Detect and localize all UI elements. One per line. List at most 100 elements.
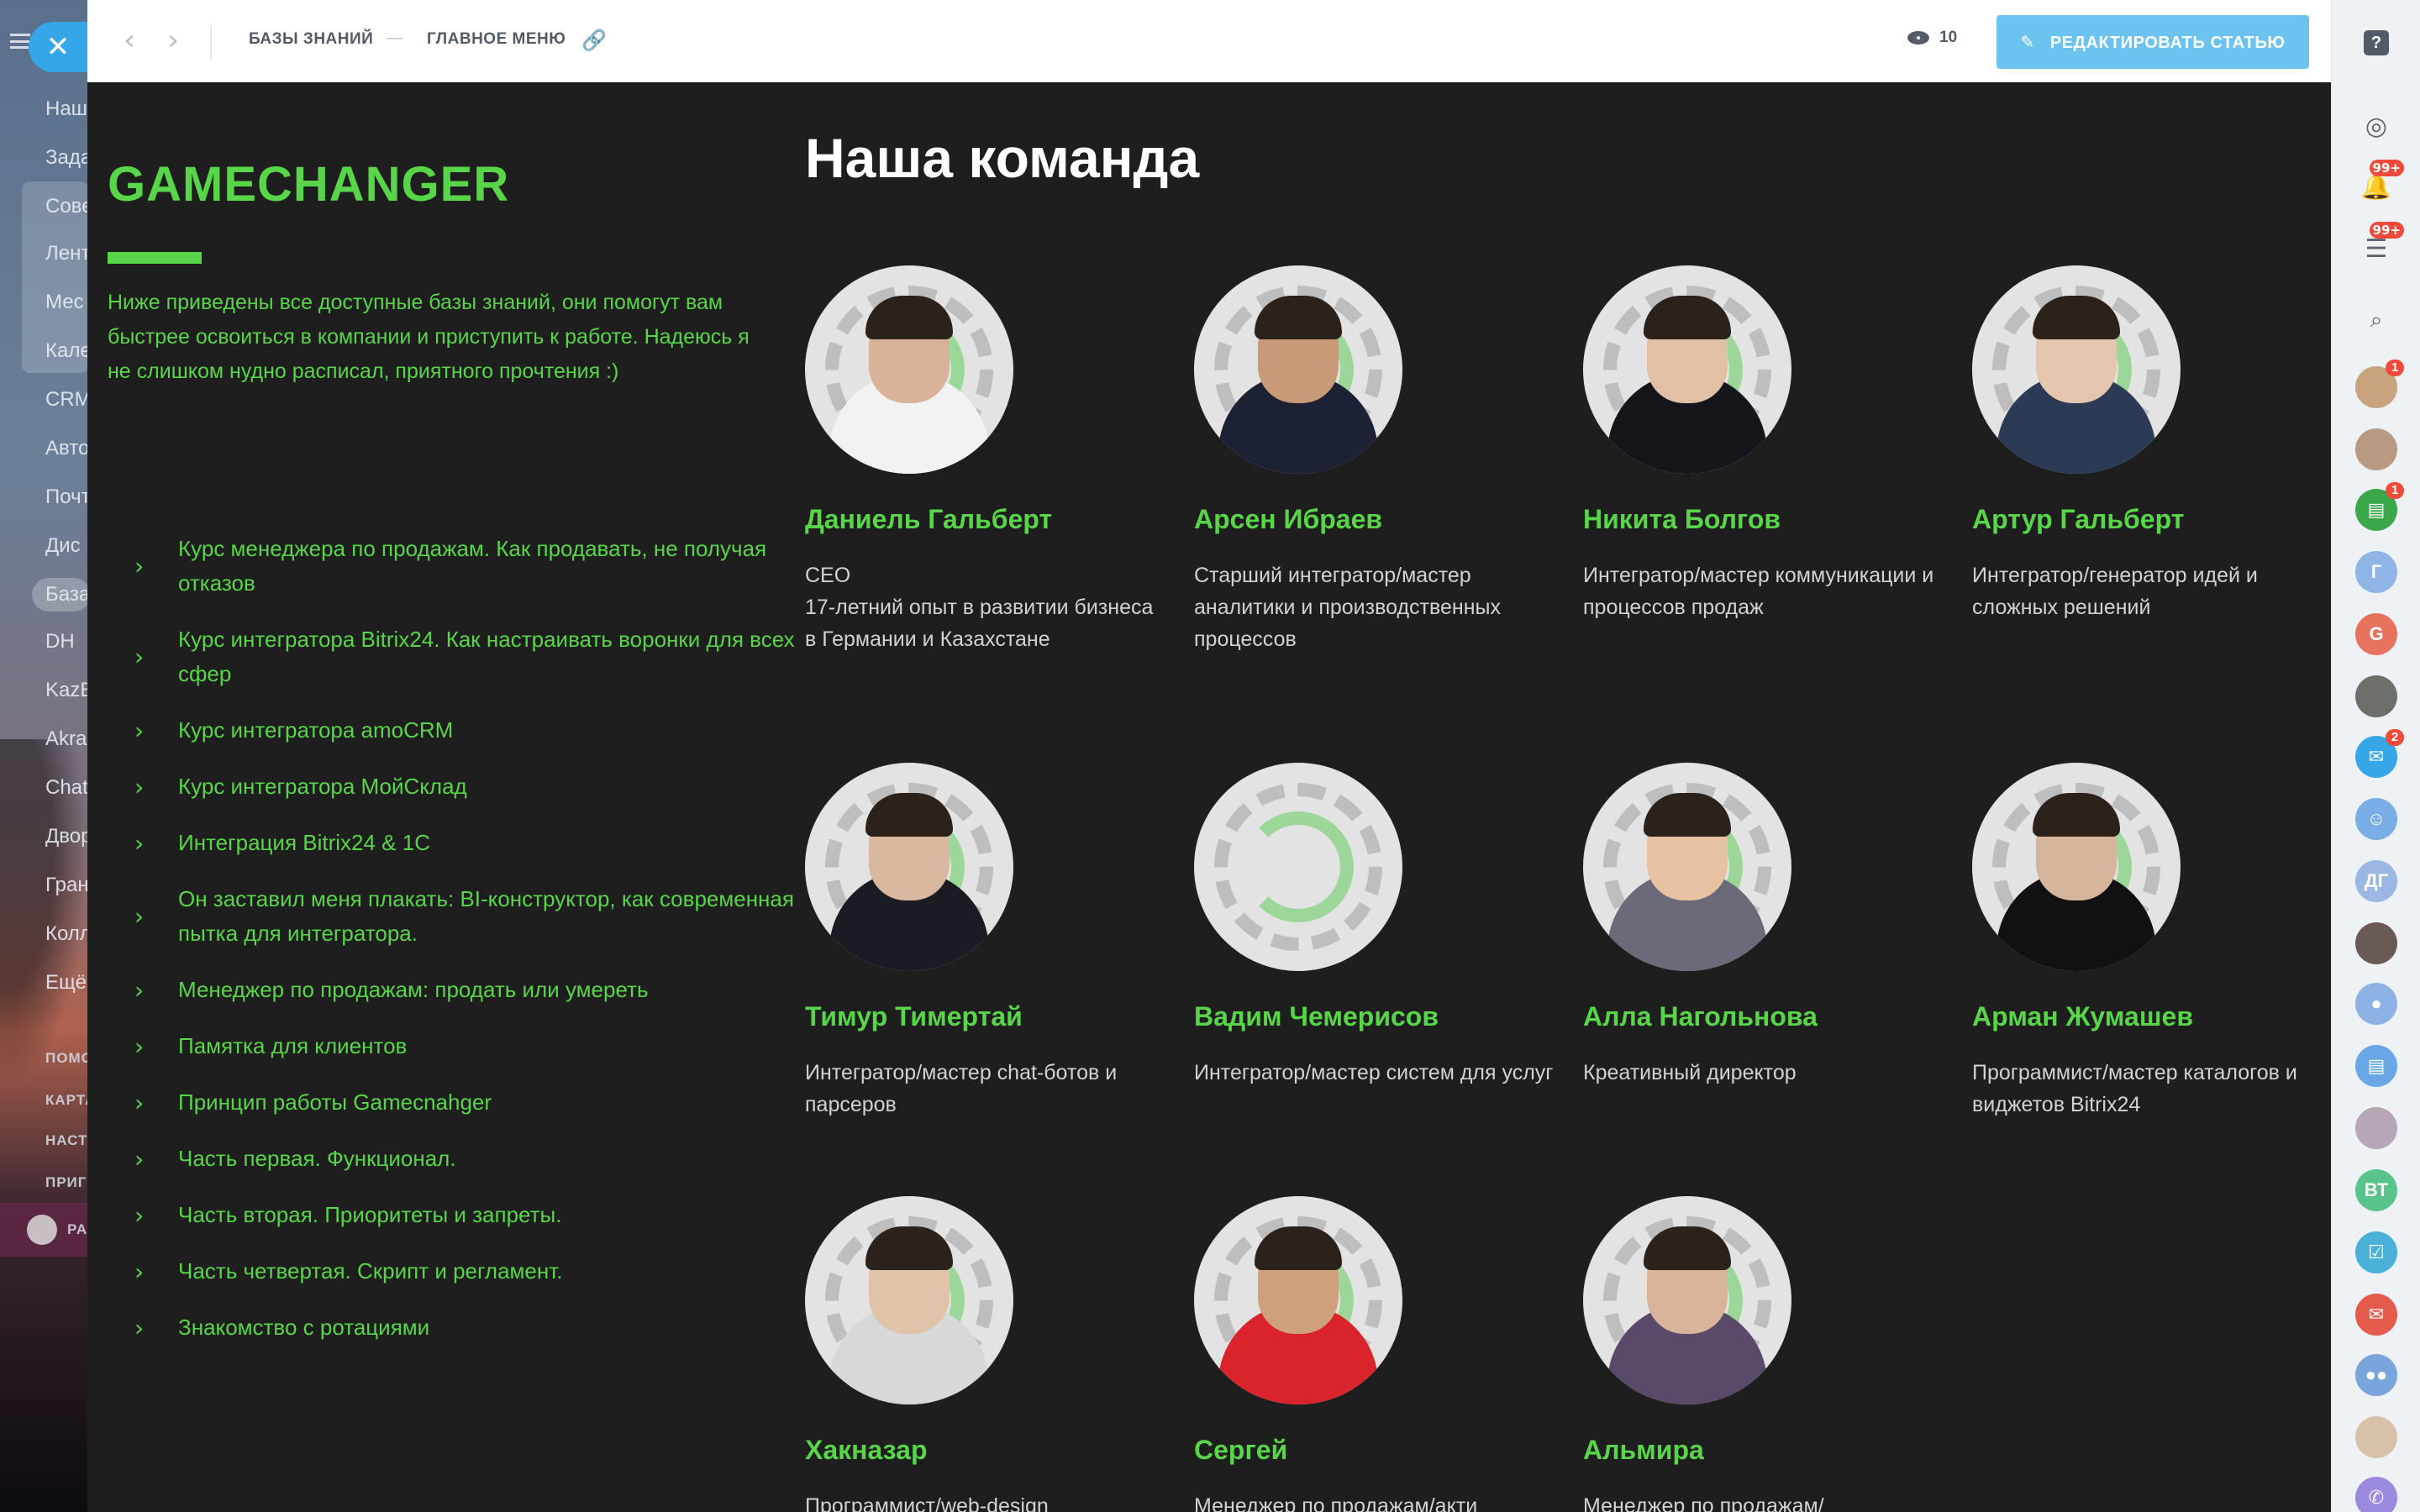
toc-item[interactable]: › Памятка для клиентов xyxy=(131,1029,820,1063)
phone-icon[interactable]: ✆ xyxy=(2355,1477,2397,1512)
sidebar-small-item[interactable]: ПРИГ xyxy=(45,1174,87,1191)
tasks-icon[interactable]: ☑ xyxy=(2355,1231,2397,1273)
messages-icon[interactable]: ☰ 99+ xyxy=(2355,222,2404,270)
sidebar-item[interactable]: Лент xyxy=(45,242,87,265)
toc-item[interactable]: › Курс интегратора МойСклад xyxy=(131,769,820,804)
id-card-icon[interactable]: ▤ xyxy=(2355,1045,2397,1087)
sidebar-item[interactable]: Наш xyxy=(45,97,87,121)
breadcrumb-knowledge-bases[interactable]: БАЗЫ ЗНАНИЙ xyxy=(249,30,373,49)
sidebar-item[interactable]: Почт xyxy=(45,486,87,509)
team-member-photo xyxy=(1194,763,1402,971)
avatar-chat-3[interactable] xyxy=(2355,675,2397,717)
sidebar-item[interactable]: База xyxy=(45,583,87,606)
toc-item[interactable]: › Часть первая. Функционал. xyxy=(131,1142,820,1176)
sidebar-item[interactable]: Ещё xyxy=(45,971,87,995)
breadcrumb-main-menu[interactable]: ГЛАВНОЕ МЕНЮ xyxy=(427,30,566,49)
team-member-photo xyxy=(1194,1196,1402,1404)
divider xyxy=(210,25,212,59)
menu-icon[interactable] xyxy=(10,34,30,49)
breadcrumb-separator: — xyxy=(387,29,403,47)
team-member-name: Хакназар xyxy=(805,1435,928,1465)
open-lines-badge: 2 xyxy=(2386,729,2404,746)
team-member-role: Программист/мастер каталогов и виджетов … xyxy=(1972,1061,2297,1116)
toc-item-label: Курс интегратора amoCRM xyxy=(178,717,454,743)
avatar-chat-1[interactable]: 1 xyxy=(2355,360,2404,408)
avatar-letter-2[interactable]: G xyxy=(2355,613,2397,655)
avatar-letter-4[interactable]: ВТ xyxy=(2355,1169,2397,1211)
help-icon[interactable]: ? xyxy=(2364,30,2389,55)
copy-link-icon[interactable]: 🔗 xyxy=(581,28,607,53)
copilot-icon[interactable]: ◎ xyxy=(2355,106,2397,148)
avatar-chat-5[interactable] xyxy=(2355,1107,2397,1149)
open-lines-icon[interactable]: ✉ 2 xyxy=(2355,729,2404,778)
toc-item[interactable]: › Принцип работы Gamecnahger xyxy=(131,1085,820,1120)
team-member-name: Сергей xyxy=(1194,1435,1288,1465)
toc-item-label: Памятка для клиентов xyxy=(178,1033,408,1058)
team-member-role: Интегратор/мастер систем для услуг xyxy=(1194,1061,1554,1084)
toc-item-label: Курс интегратора Bitrix24. Как настраива… xyxy=(178,627,795,686)
team-member-photo xyxy=(1972,763,2181,971)
sidebar-item[interactable]: Мес xyxy=(45,291,84,314)
notifications-icon[interactable]: 🔔 99+ xyxy=(2355,160,2404,208)
toc-item[interactable]: › Интеграция Bitrix24 & 1С xyxy=(131,826,820,860)
toc-item-label: Курс менеджера по продажам. Как продават… xyxy=(178,536,767,596)
avatar-letter-1[interactable]: Г xyxy=(2355,551,2397,593)
team-member-role: Менеджер по продажам/ xyxy=(1583,1494,1824,1512)
edit-article-button[interactable]: ✎ РЕДАКТИРОВАТЬ СТАТЬЮ xyxy=(1996,15,2309,69)
forward-arrow-icon[interactable]: › xyxy=(156,25,190,59)
team-member-role: Интегратор/мастер коммуникации и процесс… xyxy=(1583,564,1934,619)
chat-badge: 1 xyxy=(2386,360,2404,376)
toc-item-label: Часть четвертая. Скрипт и регламент. xyxy=(178,1258,563,1284)
sidebar-item[interactable]: Akra xyxy=(45,727,87,751)
avatar-chat-4[interactable] xyxy=(2355,922,2397,964)
crown-icon xyxy=(27,1215,57,1245)
sidebar-item[interactable]: Зада xyxy=(45,146,87,170)
group-icon[interactable]: ●● xyxy=(2355,1354,2397,1396)
sidebar-item[interactable]: KazE xyxy=(45,679,87,702)
app-window: Наш Зада Сове Лент Мес Кале CRM Авто Почт Дис База… xyxy=(0,0,2420,1512)
sidebar-small-item[interactable]: ПОМО xyxy=(45,1050,87,1067)
back-arrow-icon[interactable]: ‹ xyxy=(113,25,146,59)
chevron-right-icon: › xyxy=(134,1257,145,1285)
team-member-photo xyxy=(805,265,1013,474)
mail-icon[interactable]: ✉ xyxy=(2355,1294,2397,1336)
sidebar-bottom-item[interactable]: РА xyxy=(0,1203,87,1257)
sidebar-item[interactable]: Chat xyxy=(45,776,87,800)
contact-card-icon[interactable]: ▤ 1 xyxy=(2355,482,2404,531)
sidebar-item[interactable]: Гран xyxy=(45,874,87,897)
avatar-chat-6[interactable] xyxy=(2355,1416,2397,1458)
user-icon[interactable]: ● xyxy=(2355,983,2397,1025)
brand-title: GAMECHANGER xyxy=(108,157,510,212)
support-icon[interactable]: ☺ xyxy=(2355,798,2397,840)
top-bar: ‹ › БАЗЫ ЗНАНИЙ — ГЛАВНОЕ МЕНЮ 🔗 10 ✎ РЕД… xyxy=(87,0,2331,82)
toc-item[interactable]: › Курс менеджера по продажам. Как продава… xyxy=(131,532,820,601)
search-icon[interactable]: ⌕ xyxy=(2355,299,2397,341)
close-slider-button[interactable]: ✕ xyxy=(29,22,87,72)
toc-item-label: Часть первая. Функционал. xyxy=(178,1146,456,1171)
chevron-right-icon: › xyxy=(134,552,145,580)
notifications-badge: 99+ xyxy=(2369,160,2404,176)
team-member-name: Арсен Ибраев xyxy=(1194,504,1383,534)
toc-item[interactable]: › Знакомство с ротациями xyxy=(131,1310,820,1345)
toc-item[interactable]: › Он заставил меня плакать: BI-конструкто… xyxy=(131,882,820,951)
sidebar-small-item[interactable]: КАРТА xyxy=(45,1092,87,1109)
sidebar-item[interactable]: Колл xyxy=(45,922,87,946)
avatar-chat-2[interactable] xyxy=(2355,428,2397,470)
toc-item-label: Курс интегратора МойСклад xyxy=(178,774,467,799)
sidebar-small-item[interactable]: НАСТ xyxy=(45,1132,87,1149)
sidebar-item[interactable]: CRM xyxy=(45,388,87,412)
toc-item[interactable]: › Курс интегратора amoCRM xyxy=(131,713,820,748)
chevron-right-icon: › xyxy=(134,902,145,931)
sidebar-item[interactable]: Двор xyxy=(45,825,87,848)
sidebar-item[interactable]: Авто xyxy=(45,437,87,460)
sidebar-item[interactable]: Дис xyxy=(45,534,81,558)
toc-item[interactable]: › Курс интегратора Bitrix24. Как настраив… xyxy=(131,622,820,691)
toc-item[interactable]: › Часть четвертая. Скрипт и регламент. xyxy=(131,1254,820,1289)
sidebar-item[interactable]: Сове xyxy=(45,195,87,218)
sidebar-item[interactable]: Кале xyxy=(45,339,87,363)
sidebar-item[interactable]: DH xyxy=(45,630,75,654)
toc-item[interactable]: › Часть вторая. Приоритеты и запреты. xyxy=(131,1198,820,1232)
toc-item[interactable]: › Менеджер по продажам: продать или умере… xyxy=(131,973,820,1007)
avatar-letter-3[interactable]: ДГ xyxy=(2355,860,2397,902)
team-member-photo xyxy=(805,763,1013,971)
